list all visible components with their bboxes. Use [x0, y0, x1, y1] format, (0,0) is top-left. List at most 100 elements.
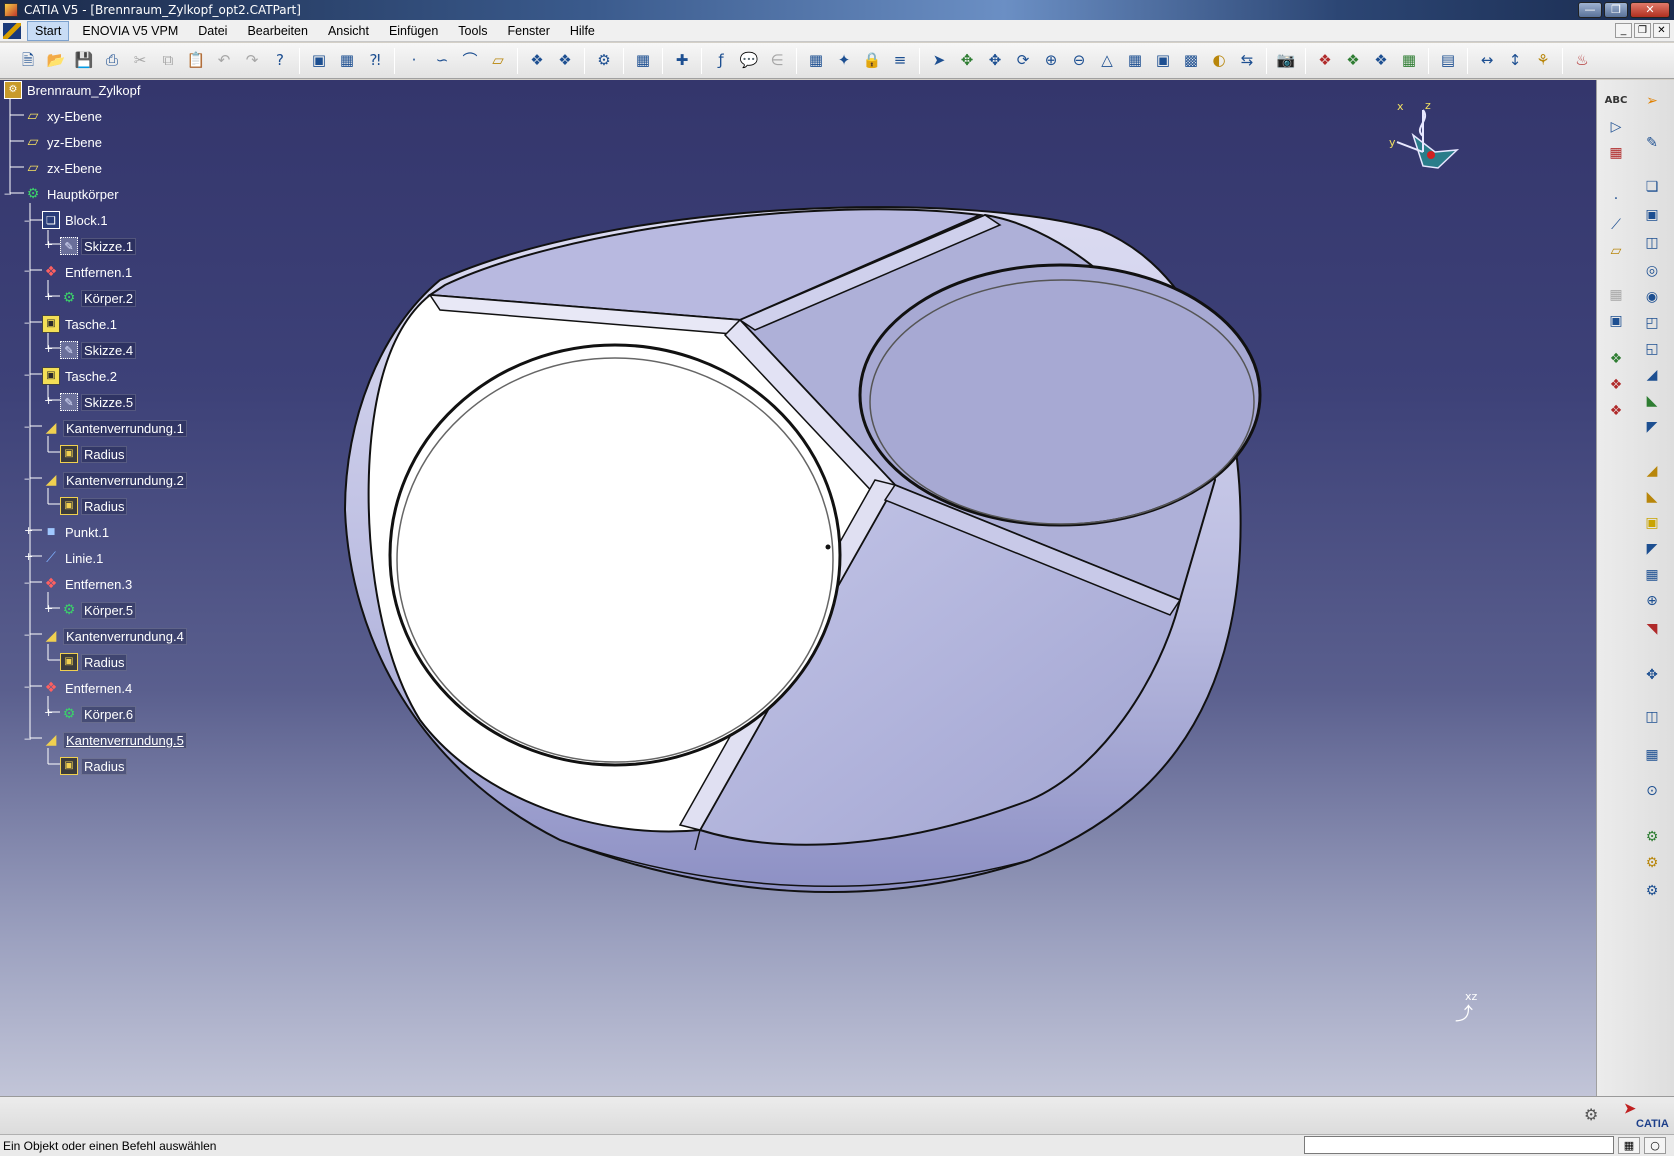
tree-node-radius-5[interactable]: ▣ Radius — [60, 756, 128, 776]
tree-label[interactable]: Körper.5 — [81, 601, 137, 619]
menu-enovia[interactable]: ENOVIA V5 VPM — [75, 22, 185, 40]
tree-node-body-6[interactable]: ⚙ Körper.6 — [60, 704, 137, 724]
tree-node-remove-3[interactable]: ❖ Entfernen.3 — [42, 574, 134, 594]
command-option-icon[interactable]: ▦ — [1618, 1137, 1640, 1154]
loft-tool-icon[interactable]: ◣ — [1641, 390, 1663, 412]
menu-einfuegen[interactable]: Einfügen — [382, 22, 445, 40]
tree-node-pocket-1[interactable]: ▣ Tasche.1 — [42, 314, 119, 334]
settings-gear-icon[interactable]: ⚙ — [1584, 1105, 1598, 1124]
cut-icon[interactable]: ✂ — [129, 50, 151, 72]
measure-item-icon[interactable]: ↕ — [1504, 50, 1526, 72]
tree-label[interactable]: Skizze.4 — [81, 341, 137, 359]
tree-label[interactable]: Körper.2 — [81, 289, 137, 307]
slot-tool-icon[interactable]: ◱ — [1641, 338, 1663, 360]
plane-tool-icon[interactable]: ▱ — [1605, 240, 1627, 262]
tree-label[interactable]: yz-Ebene — [45, 135, 104, 150]
point-icon[interactable]: · — [403, 50, 425, 72]
tree-node-edge-fillet-5[interactable]: ◢ Kantenverrundung.5 — [42, 730, 187, 750]
tree-label[interactable]: Brennraum_Zylkopf — [25, 83, 142, 98]
rotate-icon[interactable]: ⟳ — [1012, 50, 1034, 72]
tree-label[interactable]: Entfernen.4 — [63, 681, 134, 696]
tree-label[interactable]: Radius — [81, 653, 128, 671]
material-icon[interactable]: ❖ — [1342, 50, 1364, 72]
material-apply-icon[interactable]: ♨ — [1571, 50, 1593, 72]
draft-tool-icon[interactable]: ▣ — [1641, 512, 1663, 534]
catia-app-icon[interactable] — [4, 3, 18, 17]
tree-label[interactable]: Entfernen.1 — [63, 265, 134, 280]
boolean-remove-icon[interactable]: ❖ — [1605, 374, 1627, 396]
curve-icon[interactable]: ⌒ — [459, 50, 481, 72]
minimize-icon[interactable]: — — [1578, 2, 1602, 18]
constraint-icon[interactable]: ⚙ — [1641, 880, 1663, 902]
whats-this-icon[interactable]: ? — [269, 50, 291, 72]
tree-label[interactable]: Skizze.1 — [81, 237, 137, 255]
translate-tool-icon[interactable]: ✥ — [1641, 664, 1663, 686]
boolean-intersect-icon[interactable]: ❖ — [1605, 400, 1627, 422]
remove-loft-icon[interactable]: ◤ — [1641, 416, 1663, 438]
doc-minimize-icon[interactable]: _ — [1615, 23, 1632, 38]
copy-icon[interactable]: ⧉ — [157, 50, 179, 72]
compass-tool-icon[interactable]: ✦ — [833, 50, 855, 72]
print-icon[interactable]: ⎙ — [101, 50, 123, 72]
texture-icon[interactable]: ❖ — [1370, 50, 1392, 72]
measure-icon[interactable]: ≡ — [889, 50, 911, 72]
tree-node-yz-plane[interactable]: ▱ yz-Ebene — [24, 132, 104, 152]
text-icon[interactable]: ABC — [1605, 90, 1628, 112]
hide-show-icon[interactable]: ◐ — [1208, 50, 1230, 72]
tree-label[interactable]: Skizze.5 — [81, 393, 137, 411]
sketcher-icon[interactable]: ✎ — [1641, 132, 1663, 154]
thickness-tool-icon[interactable]: ▦ — [1641, 564, 1663, 586]
stiffener-icon[interactable]: ◢ — [1641, 364, 1663, 386]
thread-tool-icon[interactable]: ⊕ — [1641, 590, 1663, 612]
insert-body-icon[interactable]: ⚙ — [1641, 826, 1663, 848]
menu-fenster[interactable]: Fenster — [500, 22, 556, 40]
snap-icon[interactable]: ✚ — [671, 50, 693, 72]
spline-icon[interactable]: ∽ — [431, 50, 453, 72]
tree-node-part[interactable]: ⚙ Brennraum_Zylkopf — [4, 80, 142, 100]
shading-icon[interactable]: ▩ — [1180, 50, 1202, 72]
command-cancel-icon[interactable]: ○ — [1644, 1137, 1666, 1154]
formula-icon[interactable]: ƒ — [710, 50, 732, 72]
mirror-tool-icon[interactable]: ◫ — [1641, 706, 1663, 728]
product2-icon[interactable]: ❖ — [554, 50, 576, 72]
tree-node-remove-1[interactable]: ❖ Entfernen.1 — [42, 262, 134, 282]
tree-node-point-1[interactable]: ■ Punkt.1 — [42, 522, 111, 542]
tree-label[interactable]: Entfernen.3 — [63, 577, 134, 592]
tree-label[interactable]: Tasche.1 — [63, 317, 119, 332]
plane-icon[interactable]: ▱ — [487, 50, 509, 72]
capture-icon[interactable]: 📷 — [1275, 50, 1297, 72]
analysis-icon[interactable]: ▤ — [1437, 50, 1459, 72]
tree-node-sketch-5[interactable]: ✎ Skizze.5 — [60, 392, 137, 412]
tree-node-remove-4[interactable]: ❖ Entfernen.4 — [42, 678, 134, 698]
tree-label[interactable]: Radius — [81, 445, 128, 463]
tree-label[interactable]: zx-Ebene — [45, 161, 104, 176]
tree-label[interactable]: Tasche.2 — [63, 369, 119, 384]
tree-node-pocket-2[interactable]: ▣ Tasche.2 — [42, 366, 119, 386]
pan-icon[interactable]: ✥ — [984, 50, 1006, 72]
measure-3d-icon[interactable]: ▦ — [1605, 142, 1627, 164]
doc-close-icon[interactable]: ✕ — [1653, 23, 1670, 38]
catalog-icon[interactable]: ▣ — [308, 50, 330, 72]
tree-node-xy-plane[interactable]: ▱ xy-Ebene — [24, 106, 104, 126]
tree-node-sketch-4[interactable]: ✎ Skizze.4 — [60, 340, 137, 360]
point-tool-icon[interactable]: · — [1605, 188, 1627, 210]
tree-label[interactable]: Hauptkörper — [45, 187, 121, 202]
compass-widget[interactable]: x z y — [1383, 100, 1463, 180]
knowledge-icon[interactable]: ▦ — [336, 50, 358, 72]
normal-view-icon[interactable]: △ — [1096, 50, 1118, 72]
grid-icon[interactable]: ▦ — [632, 50, 654, 72]
chamfer-tool-icon[interactable]: ◣ — [1641, 486, 1663, 508]
line-tool-icon[interactable]: ⟋ — [1605, 214, 1627, 236]
tree-node-sketch-1[interactable]: ✎ Skizze.1 — [60, 236, 137, 256]
iso-view-icon[interactable]: ▣ — [1152, 50, 1174, 72]
menu-tools[interactable]: Tools — [451, 22, 494, 40]
pad-tool-icon[interactable]: ❏ — [1641, 176, 1663, 198]
shaft-tool-icon[interactable]: ◫ — [1641, 232, 1663, 254]
menu-datei[interactable]: Datei — [191, 22, 234, 40]
comment-icon[interactable]: 💬 — [738, 50, 760, 72]
tree-node-radius-4[interactable]: ▣ Radius — [60, 652, 128, 672]
zoom-in-icon[interactable]: ⊕ — [1040, 50, 1062, 72]
scaling-tool-icon[interactable]: ⊙ — [1641, 780, 1663, 802]
shell-tool-icon[interactable]: ◤ — [1641, 538, 1663, 560]
doc-restore-icon[interactable]: ❐ — [1634, 23, 1651, 38]
